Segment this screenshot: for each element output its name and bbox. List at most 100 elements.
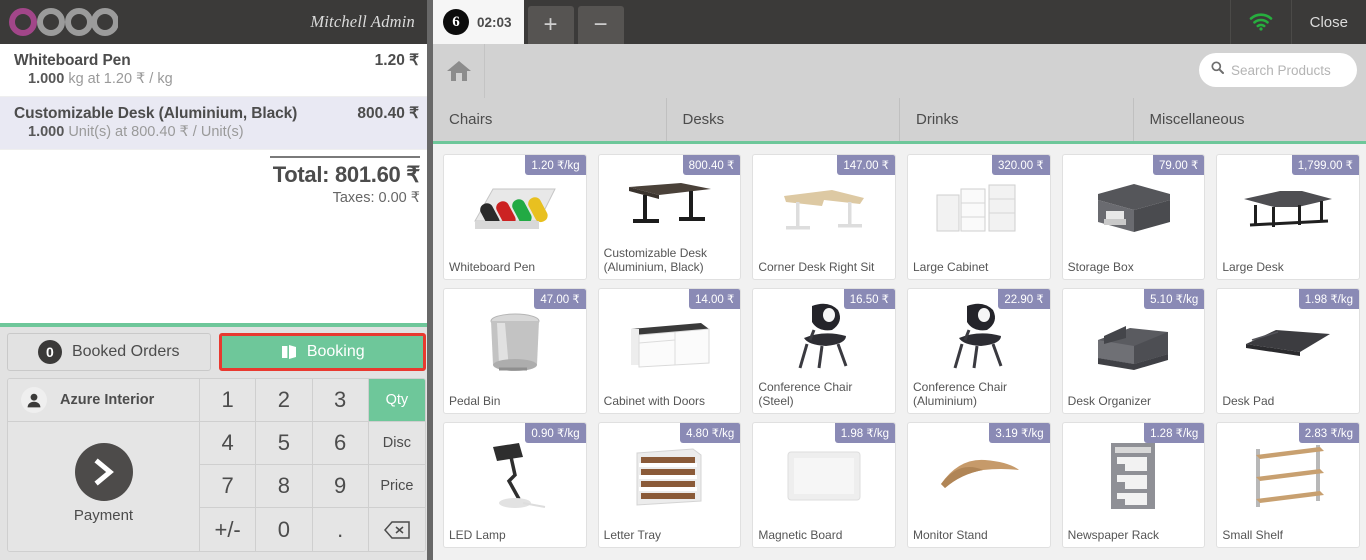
numpad-key-3[interactable]: 3 xyxy=(312,379,369,422)
search-input[interactable] xyxy=(1231,62,1346,78)
product-name: Conference Chair (Steel) xyxy=(758,380,853,409)
product-card[interactable]: 47.00 ₹ Pedal Bin xyxy=(443,288,587,414)
product-card[interactable]: 1.20 ₹/kg Whiteboard Pen xyxy=(443,154,587,280)
product-card[interactable]: 3.19 ₹/kg Monitor Stand xyxy=(907,422,1051,548)
product-price-tag: 2.83 ₹/kg xyxy=(1298,423,1359,443)
product-name: LED Lamp xyxy=(449,528,506,543)
product-name: Pedal Bin xyxy=(449,394,501,409)
category-tab-miscellaneous[interactable]: Miscellaneous xyxy=(1134,98,1366,141)
status-badge: 0 xyxy=(37,340,62,364)
wifi-icon[interactable] xyxy=(1229,0,1291,44)
numpad-left-column: Azure Interior Payment xyxy=(8,379,200,551)
numpad-key-disc[interactable]: Disc xyxy=(368,422,425,465)
booked-orders-button[interactable]: 0 Booked Orders xyxy=(7,333,211,371)
category-tab-desks[interactable]: Desks xyxy=(667,98,900,141)
product-card[interactable]: 1.98 ₹/kg Desk Pad xyxy=(1216,288,1360,414)
product-name: Newspaper Rack xyxy=(1067,528,1160,543)
product-price-tag: 5.10 ₹/kg xyxy=(1144,289,1205,309)
order-time-label: 02:03 xyxy=(477,14,512,30)
product-card[interactable]: 2.83 ₹/kg Small Shelf xyxy=(1216,422,1360,548)
product-price-tag: 1,799.00 ₹ xyxy=(1291,155,1359,175)
order-taxes: Taxes: 0.00 ₹ xyxy=(332,190,420,206)
product-card[interactable]: 5.10 ₹/kg Desk Organizer xyxy=(1061,288,1206,414)
orderline-detail: 1.000 Unit(s) at 800.40 ₹ / Unit(s) xyxy=(14,124,419,140)
booked-orders-label: Booked Orders xyxy=(71,343,180,360)
payment-button[interactable]: Payment xyxy=(8,422,199,551)
product-card[interactable]: 16.50 ₹ Conference Chair (Steel) xyxy=(752,288,896,414)
product-card[interactable]: 1,799.00 ₹ Large Desk xyxy=(1216,154,1360,280)
product-price-tag: 1.20 ₹/kg xyxy=(525,155,586,175)
product-card[interactable]: 1.28 ₹/kg Newspaper Rack xyxy=(1061,422,1206,548)
numpad-key-0[interactable]: 0 xyxy=(256,508,313,551)
product-card[interactable]: 22.90 ₹ Conference Chair (Aluminium) xyxy=(907,288,1051,414)
numpad-key-6[interactable]: 6 xyxy=(312,422,369,465)
orderline-price: 800.40 ₹ xyxy=(357,105,419,122)
numpad: 1 2 3 Qty 4 5 6 Disc 7 8 9 Price +/- 0 . xyxy=(200,379,425,551)
order-panel: Mitchell Admin Whiteboard Pen 1.20 ₹ 1.0… xyxy=(0,0,433,560)
product-name: Conference Chair (Aluminium) xyxy=(913,380,1008,409)
product-card[interactable]: 800.40 ₹ Customizable Desk (Aluminium, B… xyxy=(597,154,742,280)
search-input-wrapper[interactable] xyxy=(1199,53,1357,87)
numpad-key-7[interactable]: 7 xyxy=(200,465,257,508)
product-screen: 6 02:03 + − Close Search Products Chairs… xyxy=(433,0,1366,560)
product-price-tag: 1.98 ₹/kg xyxy=(834,423,895,443)
product-price-tag: 47.00 ₹ xyxy=(534,289,586,309)
product-card[interactable]: 1.98 ₹/kg Magnetic Board xyxy=(752,422,896,548)
orderline-qty: 1.000 xyxy=(28,71,65,87)
backspace-icon[interactable] xyxy=(368,508,425,551)
product-card[interactable]: 14.00 ₹ Cabinet with Doors xyxy=(597,288,742,414)
order-number-badge: 6 xyxy=(443,9,469,35)
product-name: Small Shelf xyxy=(1222,528,1284,543)
orderline-unitprice: kg at 1.20 ₹ / kg xyxy=(68,71,173,87)
remove-order-button[interactable]: − xyxy=(577,6,624,44)
table-row[interactable]: Whiteboard Pen 1.20 ₹ 1.000 kg at 1.20 ₹… xyxy=(0,44,433,97)
numpad-key-4[interactable]: 4 xyxy=(200,422,257,465)
product-price-tag: 4.80 ₹/kg xyxy=(680,423,741,443)
numpad-key-qty[interactable]: Qty xyxy=(368,379,425,422)
home-icon[interactable] xyxy=(433,44,485,98)
actions-pane: 0 Booked Orders Booking Azure Interior P… xyxy=(0,327,433,560)
product-card[interactable]: 0.90 ₹/kg LED Lamp xyxy=(443,422,587,548)
top-bar: 6 02:03 + − Close xyxy=(433,0,1366,44)
numpad-key-sign[interactable]: +/- xyxy=(200,508,257,551)
numpad-key-price[interactable]: Price xyxy=(368,465,425,508)
add-order-button[interactable]: + xyxy=(527,6,574,44)
numpad-key-2[interactable]: 2 xyxy=(256,379,313,422)
product-card[interactable]: 79.00 ₹ Storage Box xyxy=(1061,154,1206,280)
orderline-name: Customizable Desk (Aluminium, Black) xyxy=(14,105,298,122)
product-card[interactable]: 147.00 ₹ Corner Desk Right Sit xyxy=(752,154,896,280)
product-card[interactable]: 4.80 ₹/kg Letter Tray xyxy=(597,422,742,548)
numpad-key-dot[interactable]: . xyxy=(312,508,369,551)
numpad-key-8[interactable]: 8 xyxy=(256,465,313,508)
order-tab[interactable]: 6 02:03 xyxy=(433,0,524,44)
product-price-tag: 800.40 ₹ xyxy=(682,155,741,175)
product-price-tag: 16.50 ₹ xyxy=(843,289,895,309)
booking-label: Booking xyxy=(306,343,365,360)
orderline-price: 1.20 ₹ xyxy=(374,52,419,69)
summary-divider xyxy=(270,156,420,158)
product-card[interactable]: 320.00 ₹ Large Cabinet xyxy=(907,154,1051,280)
booking-button[interactable]: Booking xyxy=(218,333,426,371)
order-total: Total: 801.60 ₹ xyxy=(272,162,421,187)
orderlines-list[interactable]: Whiteboard Pen 1.20 ₹ 1.000 kg at 1.20 ₹… xyxy=(0,44,433,323)
category-tab-drinks[interactable]: Drinks xyxy=(900,98,1134,141)
close-button[interactable]: Close xyxy=(1290,0,1366,44)
numpad-key-9[interactable]: 9 xyxy=(312,465,369,508)
product-name: Customizable Desk (Aluminium, Black) xyxy=(603,246,708,275)
product-name: Monitor Stand xyxy=(913,528,988,543)
product-price-tag: 147.00 ₹ xyxy=(837,155,895,175)
numpad-key-1[interactable]: 1 xyxy=(200,379,257,422)
product-name: Storage Box xyxy=(1067,260,1134,275)
book-icon xyxy=(280,344,298,360)
search-icon xyxy=(1211,61,1224,79)
odoo-logo-icon[interactable] xyxy=(8,0,118,44)
category-tab-chairs[interactable]: Chairs xyxy=(433,98,667,141)
product-name: Large Desk xyxy=(1222,260,1284,275)
orderline-qty: 1.000 xyxy=(28,124,65,140)
product-price-tag: 1.28 ₹/kg xyxy=(1144,423,1205,443)
product-price-tag: 22.90 ₹ xyxy=(998,289,1050,309)
set-customer-button[interactable]: Azure Interior xyxy=(8,379,199,422)
table-row[interactable]: Customizable Desk (Aluminium, Black) 800… xyxy=(0,97,433,150)
numpad-key-5[interactable]: 5 xyxy=(256,422,313,465)
product-name: Corner Desk Right Sit xyxy=(758,260,875,275)
